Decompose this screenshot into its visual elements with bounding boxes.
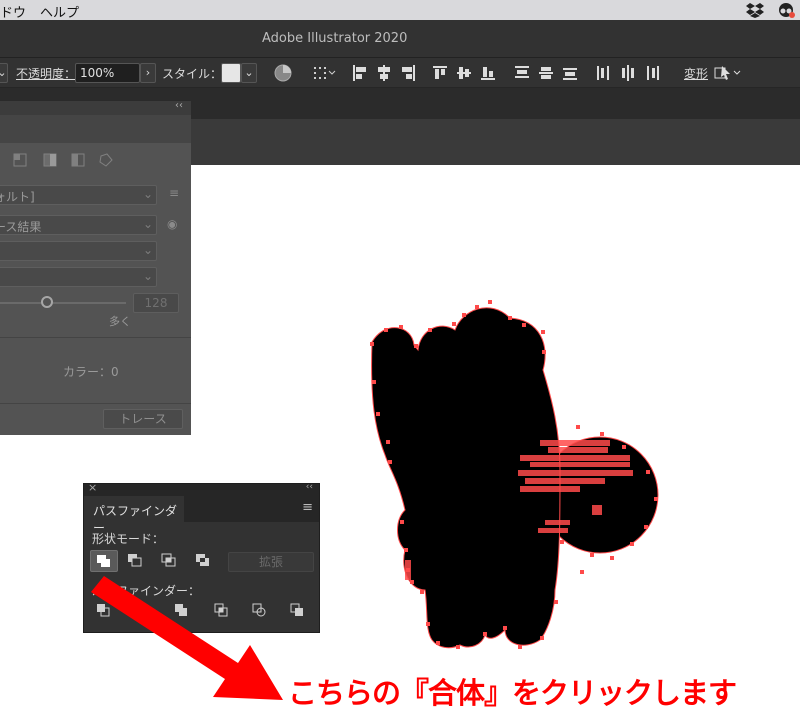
annotation-arrow [91,576,283,700]
arrow-icon [91,576,283,700]
annotation-caption: こちらの『合体』をクリックします [288,676,737,710]
